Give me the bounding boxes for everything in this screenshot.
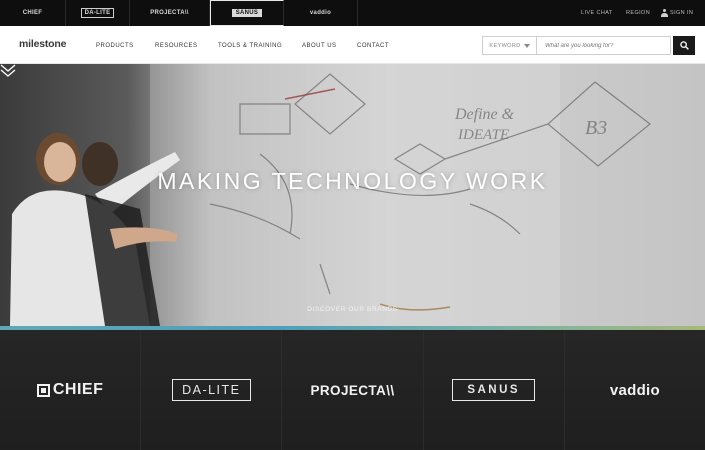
brand-link-label: vaddio (309, 10, 332, 16)
brand-link-sanus[interactable]: SANUS (210, 0, 284, 26)
brand-link-label: SANUS (231, 9, 263, 17)
vaddio-logo: vaddio (609, 381, 660, 399)
brand-tile-projecta[interactable]: PROJECTA\\ (282, 330, 424, 450)
brand-link-vaddio[interactable]: vaddio (284, 0, 358, 26)
whiteboard-text-ideate: IDEATE (457, 127, 509, 143)
caret-down-icon (523, 43, 530, 48)
person-icon (661, 9, 668, 17)
sign-in-link[interactable]: SIGN IN (661, 0, 693, 26)
brand-tile-dalite[interactable]: DA-LITE (141, 330, 283, 450)
chief-logo: CHIEF (36, 381, 104, 399)
brand-link-label: DA-LITE (80, 8, 115, 18)
nav-item-tools-training[interactable]: TOOLS & TRAINING (218, 43, 282, 49)
search-button[interactable] (673, 36, 695, 55)
keyword-label: KEYWORD (489, 42, 521, 49)
brand-link-label: CHIEF (22, 10, 43, 16)
brand-link-label: PROJECTA\\ (150, 10, 189, 16)
hero-background-image: Define & IDEATE B3 (10, 64, 705, 326)
hero-title: MAKING TECHNOLOGY WORK (157, 168, 548, 194)
chevron-down-icon[interactable] (0, 64, 16, 78)
brand-link-chief[interactable]: CHIEF (0, 0, 66, 26)
nav-item-products[interactable]: PRODUCTS (96, 43, 134, 49)
search-icon (679, 41, 689, 50)
brand-tile-sanus[interactable]: SANUS (423, 330, 565, 450)
brand-strip: CHIEF DA-LITE PROJECTA\\ SANUS vaddio (0, 330, 705, 450)
chief-mark-icon (36, 383, 50, 397)
search-input[interactable] (537, 36, 671, 55)
projecta-logo: PROJECTA\\ (310, 382, 395, 398)
brand-tile-vaddio[interactable]: vaddio (564, 330, 705, 450)
whiteboard-text-define: Define & (454, 106, 515, 123)
dalite-logo: DA-LITE (172, 379, 251, 401)
brand-link-projecta[interactable]: PROJECTA\\ (130, 0, 210, 26)
main-nav: milestone PRODUCTS RESOURCES TOOLS & TRA… (0, 26, 705, 64)
nav-item-contact[interactable]: CONTACT (357, 43, 389, 49)
live-chat-link[interactable]: LIVE CHAT (581, 0, 613, 26)
brand-link-dalite[interactable]: DA-LITE (66, 0, 130, 26)
discover-brands-link[interactable]: DISCOVER OUR BRANDS (0, 306, 705, 313)
nav-item-resources[interactable]: RESOURCES (155, 43, 198, 49)
nav-item-about-us[interactable]: ABOUT US (302, 43, 337, 49)
region-link[interactable]: REGION (626, 0, 650, 26)
milestone-logo[interactable]: milestone (19, 38, 66, 50)
whiteboard-text-b3: B3 (585, 117, 607, 139)
brand-bar: CHIEF DA-LITE PROJECTA\\ SANUS vaddio LI… (0, 0, 705, 26)
sanus-logo: SANUS (452, 379, 536, 401)
brand-tile-chief[interactable]: CHIEF (0, 330, 142, 450)
chief-logo-text: CHIEF (52, 381, 104, 398)
sign-in-label: SIGN IN (670, 10, 694, 16)
keyword-dropdown[interactable]: KEYWORD (482, 36, 537, 55)
hero-banner: Define & IDEATE B3 MAKING TECHNOLOGY WOR… (0, 64, 705, 326)
